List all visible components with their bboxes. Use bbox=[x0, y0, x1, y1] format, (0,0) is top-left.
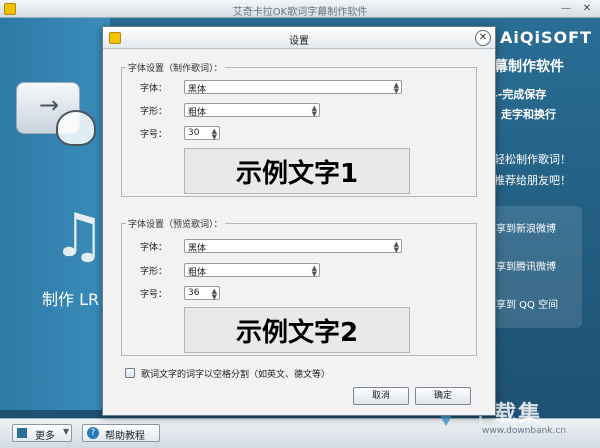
left-illustration: → ♫ 制作 LR bbox=[0, 18, 110, 410]
spin-arrows-icon: ▲ ▼ bbox=[393, 240, 399, 254]
settings-dialog: 设置 ✕ 字体设置（制作歌词）： 字体： 黑体 ▲ ▼ 字形： 粗体 ▲ ▼ 字号：… bbox=[102, 26, 496, 416]
main-titlebar: 艾奇卡拉OK歌词字幕制作软件 — ✕ bbox=[0, 0, 600, 18]
split-by-space-label: 歌词文字的词字以空格分割（如英文、德文等） bbox=[141, 370, 331, 380]
group-legend-preview: 字体设置（预览歌词）： bbox=[126, 217, 225, 230]
font-preview-make: 示例文字1 bbox=[184, 148, 410, 194]
promo-text-2: 推荐给朋友吧！ bbox=[494, 174, 571, 187]
dialog-close-button[interactable]: ✕ bbox=[475, 30, 491, 46]
spin-arrows-icon: ▲ ▼ bbox=[393, 81, 399, 95]
make-lrc-label: 制作 LR bbox=[42, 290, 100, 309]
preview-text: 示例文字1 bbox=[235, 159, 359, 189]
step-text-1: 4-完成保存 bbox=[490, 88, 547, 101]
spin-arrows-icon: ▲ ▼ bbox=[211, 127, 217, 141]
share-qq-zone[interactable]: 享到 QQ 空间 bbox=[496, 296, 558, 311]
promo-text-1: 轻松制作歌词！ bbox=[494, 153, 571, 166]
size-spinner-make[interactable]: 30 ▲ ▼ bbox=[184, 126, 220, 141]
style-select-preview[interactable]: 粗体 ▲ ▼ bbox=[184, 263, 320, 278]
help-tutorial-button[interactable]: ? 帮助教程 bbox=[82, 424, 160, 442]
main-close-button[interactable]: ✕ bbox=[578, 2, 596, 16]
ok-button[interactable]: 确定 bbox=[415, 387, 471, 405]
spin-arrows-icon: ▲ ▼ bbox=[311, 264, 317, 278]
font-settings-preview-group: 字体设置（预览歌词）： 字体： 黑体 ▲ ▼ 字形： 粗体 ▲ ▼ 字号： 36 ▲… bbox=[121, 217, 477, 356]
font-label: 字体： bbox=[140, 243, 168, 253]
style-label: 字形： bbox=[140, 107, 168, 117]
size-label: 字号： bbox=[140, 130, 168, 140]
size-spinner-preview[interactable]: 36 ▲ ▼ bbox=[184, 286, 220, 301]
font-label: 字体： bbox=[140, 84, 168, 94]
right-panel-title: 幕制作软件 bbox=[494, 59, 564, 75]
music-note-icon: ♫ bbox=[52, 201, 106, 271]
step-text-2: 】走字和换行 bbox=[490, 108, 556, 121]
font-select-preview[interactable]: 黑体 ▲ ▼ bbox=[184, 239, 402, 254]
style-select-make[interactable]: 粗体 ▲ ▼ bbox=[184, 103, 320, 118]
font-select-value: 黑体 bbox=[188, 244, 207, 254]
cancel-button[interactable]: 取消 bbox=[353, 387, 409, 405]
font-select-value: 黑体 bbox=[188, 85, 207, 95]
group-legend-make: 字体设置（制作歌词）： bbox=[126, 61, 225, 74]
help-button-label: 帮助教程 bbox=[105, 431, 145, 442]
font-settings-make-group: 字体设置（制作歌词）： 字体： 黑体 ▲ ▼ 字形： 粗体 ▲ ▼ 字号： 30 ▲… bbox=[121, 61, 477, 197]
font-select-make[interactable]: 黑体 ▲ ▼ bbox=[184, 80, 402, 95]
right-panel: 幕制作软件 4-完成保存 】走字和换行 轻松制作歌词！ 推荐给朋友吧！ 享到新浪… bbox=[490, 50, 600, 410]
spin-arrows-icon: ▲ ▼ bbox=[311, 104, 317, 118]
preview-text: 示例文字2 bbox=[235, 318, 359, 348]
share-tencent-weibo[interactable]: 享到腾讯微博 bbox=[496, 258, 556, 273]
minimize-button[interactable]: — bbox=[557, 2, 575, 16]
size-spinner-value: 30 bbox=[188, 128, 200, 138]
watermark-url: www.downbank.cn bbox=[482, 426, 567, 436]
split-by-space-checkbox[interactable] bbox=[125, 368, 135, 378]
chevron-down-icon: ▼ bbox=[63, 427, 70, 436]
share-sina-weibo[interactable]: 享到新浪微博 bbox=[496, 220, 556, 235]
size-spinner-value: 36 bbox=[188, 288, 200, 298]
style-label: 字形： bbox=[140, 267, 168, 277]
style-select-value: 粗体 bbox=[188, 268, 207, 278]
more-button[interactable]: 更多 ▼ bbox=[12, 424, 72, 442]
brand-logo: AiQiSOFT bbox=[500, 28, 592, 47]
style-select-value: 粗体 bbox=[188, 108, 207, 118]
font-preview-preview: 示例文字2 bbox=[184, 307, 410, 353]
arrow-right-icon: → bbox=[39, 91, 60, 119]
size-label: 字号： bbox=[140, 290, 168, 300]
main-window-title: 艾奇卡拉OK歌词字幕制作软件 bbox=[232, 7, 368, 18]
share-box: 享到新浪微博 享到腾讯微博 享到 QQ 空间 bbox=[490, 206, 582, 328]
spin-arrows-icon: ▲ ▼ bbox=[211, 287, 217, 301]
dialog-title: 设置 bbox=[289, 36, 309, 47]
hand-pointer-icon bbox=[56, 110, 96, 146]
help-icon: ? bbox=[87, 427, 99, 439]
dialog-titlebar: 设置 ✕ bbox=[103, 27, 495, 49]
grid-icon bbox=[17, 428, 27, 438]
more-button-label: 更多 bbox=[35, 431, 55, 442]
